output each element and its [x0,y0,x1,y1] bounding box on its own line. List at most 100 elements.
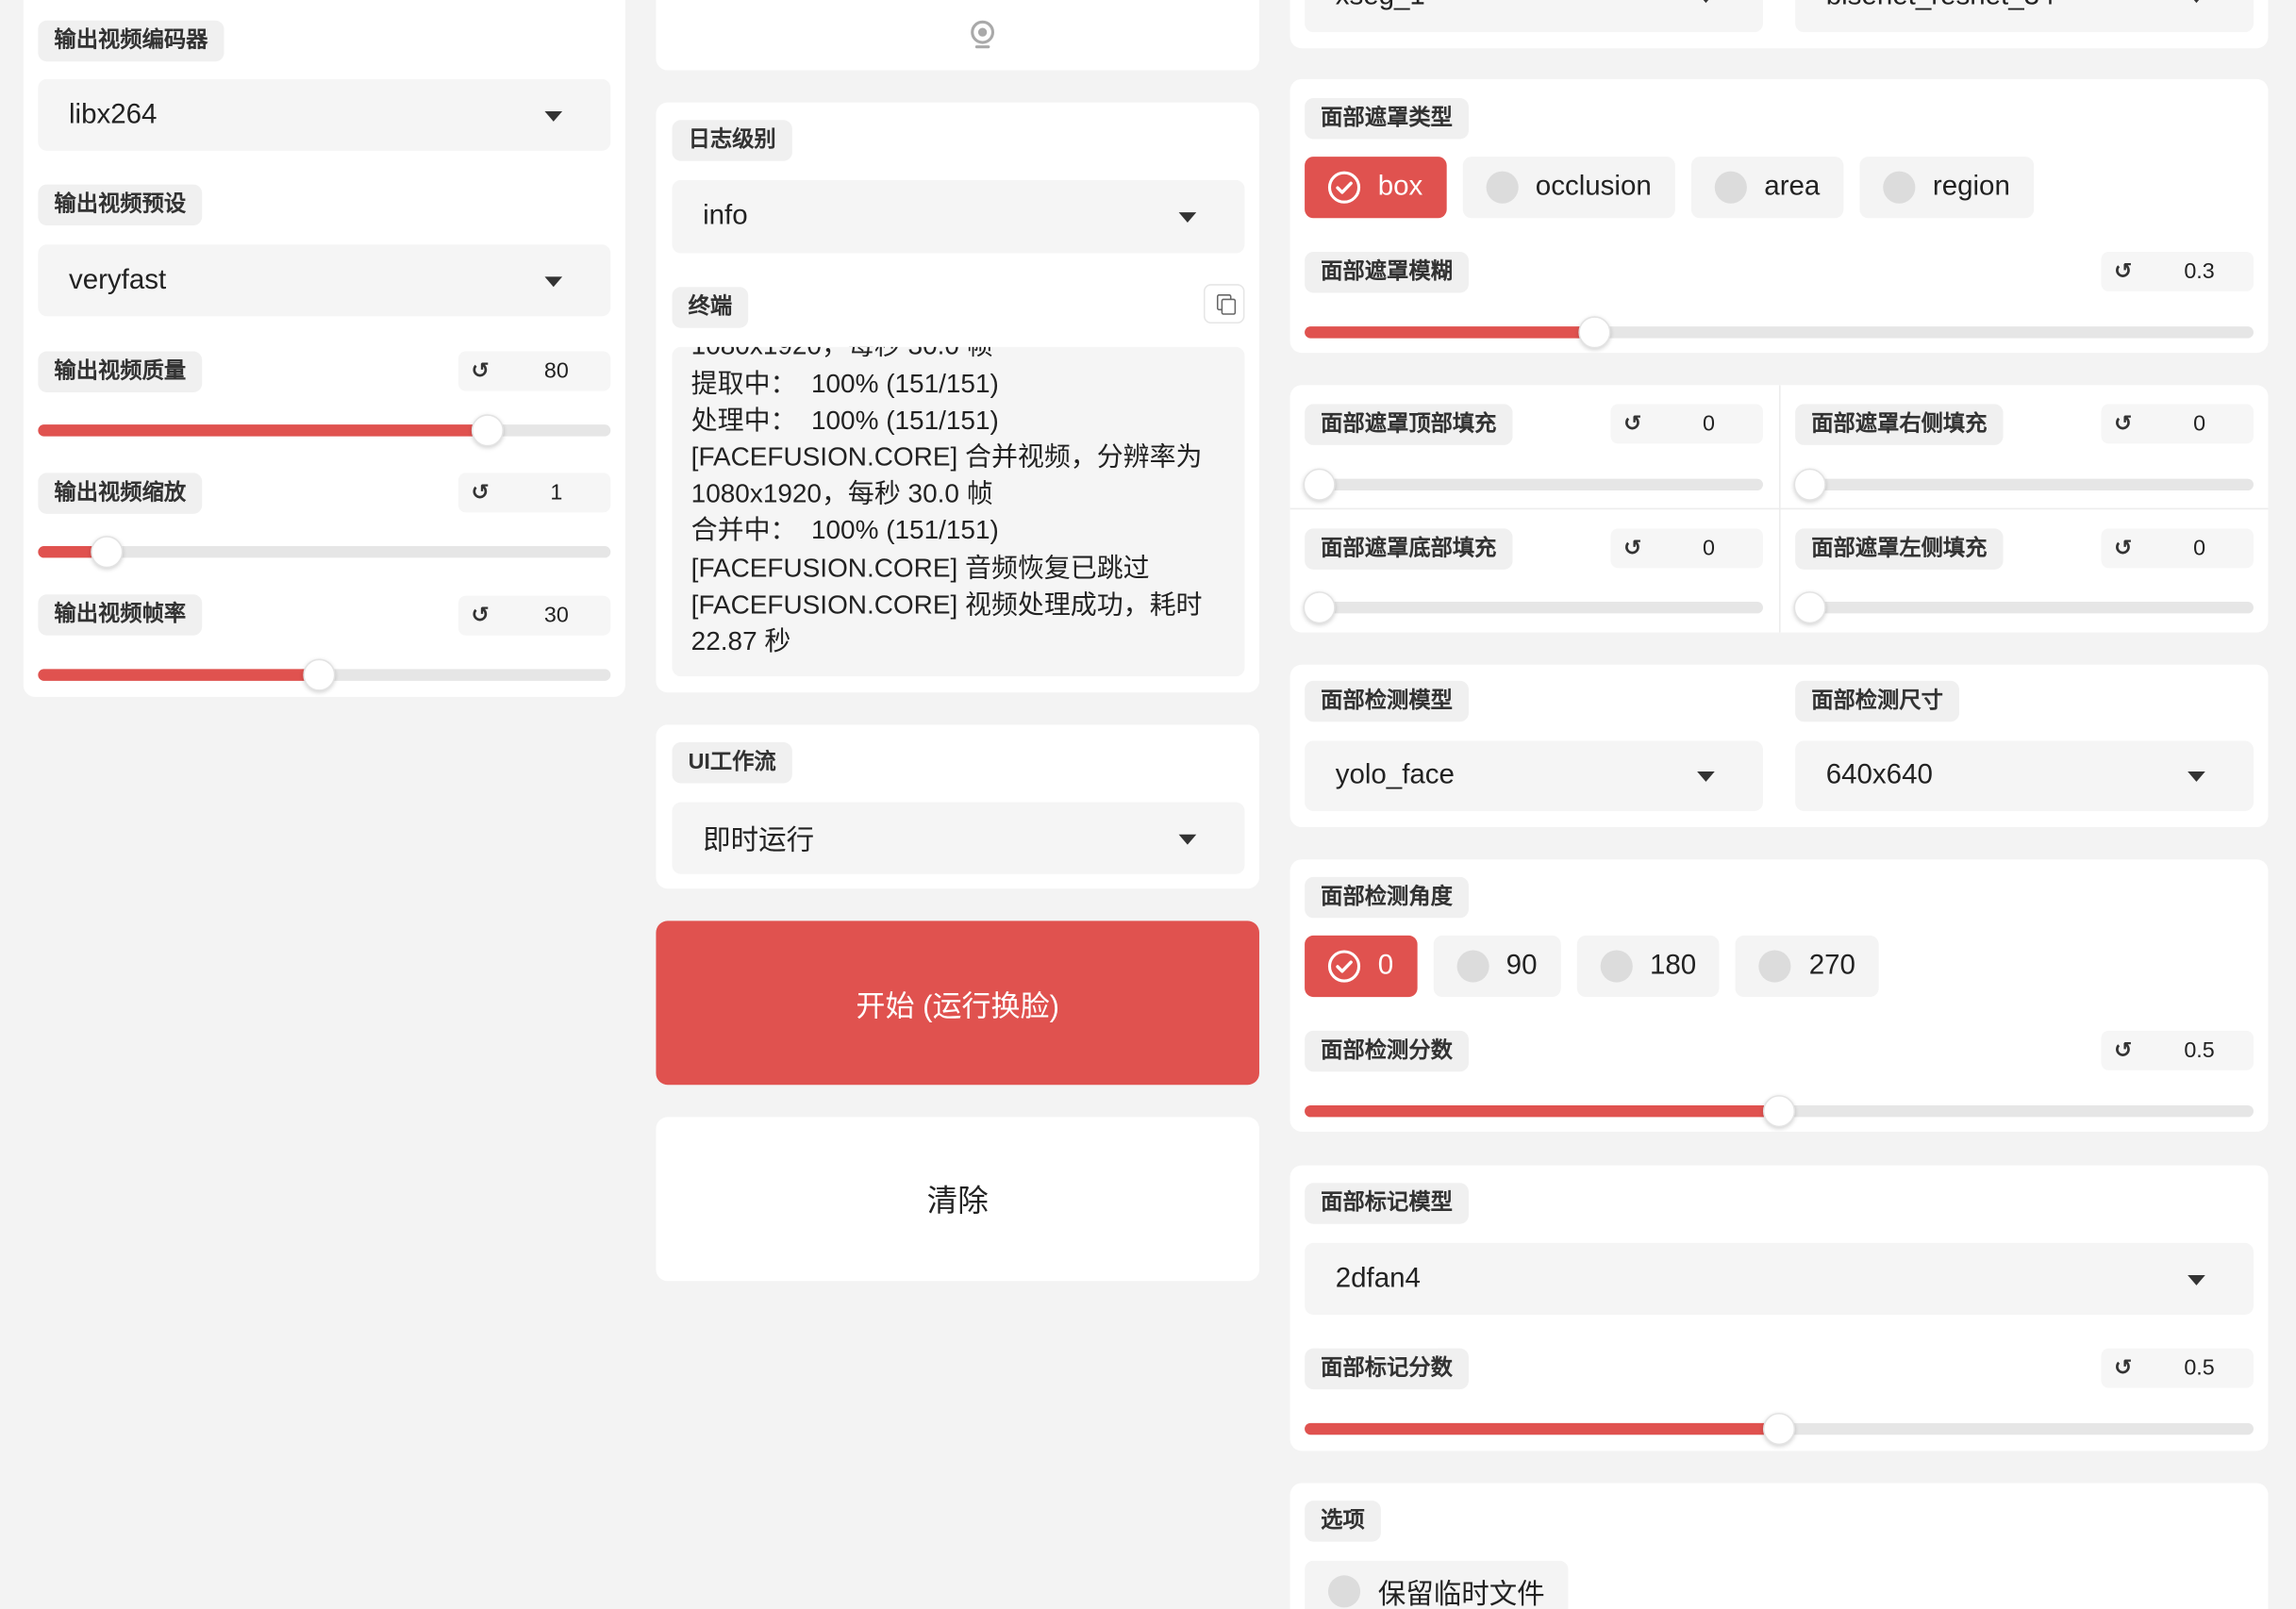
slider-thumb[interactable] [1578,316,1612,349]
mask-type-option[interactable]: occlusion [1462,157,1675,219]
slider-thumb[interactable] [1762,1095,1796,1128]
terminal-line: 提取中： 100% (151/151) [690,368,999,398]
reset-icon[interactable]: ↺ [2113,404,2134,443]
ui-workflow-panel: UI工作流 即时运行 [656,724,1259,889]
slider-thumb[interactable] [1303,591,1336,624]
reset-icon[interactable]: ↺ [2113,1349,2134,1388]
face-mask-padding-right-slider[interactable] [1793,468,2254,501]
face-mask-padding-right-value[interactable]: 0 [2145,404,2254,443]
mask-type-option-label: occlusion [1535,171,1652,203]
output-video-fps-value[interactable]: 30 [502,596,610,636]
reset-icon[interactable]: ↺ [2113,1031,2134,1070]
chevron-down-icon [1178,212,1197,223]
face-mask-blur-slider[interactable] [1305,316,2254,349]
face-landmarker-panel: 面部标记模型 2dfan4 面部标记分数 ↺ 0.5 [1289,1165,2269,1451]
horizontal-divider [1289,507,2269,510]
keep-temp-checkbox-wrapper: 保留临时文件 [1305,1560,1569,1609]
angle-option[interactable]: 180 [1576,935,1721,998]
output-video-fps-slider[interactable] [38,658,611,691]
face-parser-model-dropdown[interactable]: bisenet_resnet_34 [1795,0,2254,33]
reset-icon[interactable]: ↺ [2113,252,2134,291]
slider-thumb[interactable] [302,658,336,691]
reset-icon[interactable]: ↺ [470,596,491,636]
keep-temp-checkbox[interactable]: 保留临时文件 [1305,1560,1569,1609]
face-mask-padding-top-slider[interactable] [1303,468,1763,501]
mask-type-option-label: box [1377,171,1423,203]
start-button-label: 开始 (运行换脸) [856,990,1059,1023]
output-video-scale-value[interactable]: 1 [502,473,610,512]
log-level-dropdown[interactable]: info [672,179,1245,254]
face-mask-padding-left-number[interactable]: ↺ 0 [2101,528,2254,569]
slider-thumb[interactable] [1793,591,1826,624]
output-video-quality-value[interactable]: 80 [502,352,610,391]
angle-option-label: 270 [1808,950,1855,982]
face-mask-padding-left-slider[interactable] [1793,591,2254,624]
mask-type-option[interactable]: region [1859,157,2034,219]
log-terminal-panel: 日志级别 info 终端 1080x1920，每秒 30.0 帧 提取中： 10… [656,102,1259,693]
face-mask-blur-value[interactable]: 0.3 [2145,252,2254,291]
slider-thumb[interactable] [471,414,504,447]
face-landmarker-score-value[interactable]: 0.5 [2145,1349,2254,1388]
face-landmarker-model-value: 2dfan4 [1335,1262,1421,1294]
face-parser-model-value: bisenet_resnet_34 [1826,0,2055,32]
face-detector-score-number[interactable]: ↺ 0.5 [2101,1030,2254,1070]
face-mask-padding-left-value[interactable]: 0 [2145,528,2254,568]
face-detector-size-value: 640x640 [1825,759,1933,791]
face-mask-padding-top-number[interactable]: ↺ 0 [1610,404,1763,444]
output-video-scale-slider[interactable] [38,536,611,569]
slider-thumb[interactable] [1762,1412,1796,1446]
clear-button[interactable]: 清除 [656,1117,1259,1282]
output-video-scale-number[interactable]: ↺ 1 [458,473,611,513]
face-landmarker-model-dropdown[interactable]: 2dfan4 [1305,1242,2254,1315]
face-mask-padding-bottom-number[interactable]: ↺ 0 [1610,528,1763,569]
log-level-label: 日志级别 [672,120,792,161]
start-button[interactable]: 开始 (运行换脸) [656,921,1259,1086]
angle-option[interactable]: 90 [1433,935,1561,998]
check-icon [1600,950,1633,983]
face-mask-blur-number[interactable]: ↺ 0.3 [2101,251,2254,291]
terminal-output[interactable]: 1080x1920，每秒 30.0 帧 提取中： 100% (151/151) … [672,346,1245,677]
slider-thumb[interactable] [91,536,124,569]
face-detector-score-label: 面部检测分数 [1305,1030,1469,1072]
slider-thumb[interactable] [1793,468,1826,501]
face-landmarker-score-label: 面部标记分数 [1305,1348,1469,1390]
face-occluder-model-dropdown[interactable]: xseg_1 [1305,0,1763,33]
face-landmarker-score-number[interactable]: ↺ 0.5 [2101,1348,2254,1388]
face-mask-types-group: box occlusion area region [1305,157,2034,219]
face-detector-score-value[interactable]: 0.5 [2145,1031,2254,1070]
slider-thumb[interactable] [1303,468,1336,501]
mask-type-option[interactable]: box [1305,157,1447,219]
angle-option[interactable]: 0 [1305,935,1417,998]
reset-icon[interactable]: ↺ [470,352,491,391]
copy-button[interactable] [1203,284,1245,324]
check-icon [1883,171,1916,204]
output-video-encoder-value: libx264 [68,98,158,130]
output-video-preset-dropdown[interactable]: veryfast [38,244,611,317]
options-panel: 选项 保留临时文件 [1289,1483,2269,1609]
output-video-quality-slider[interactable] [38,414,611,447]
options-label: 选项 [1305,1501,1381,1542]
output-video-quality-number[interactable]: ↺ 80 [458,351,611,391]
face-mask-padding-bottom-slider[interactable] [1303,591,1763,624]
output-video-encoder-dropdown[interactable]: libx264 [38,78,611,151]
reset-icon[interactable]: ↺ [2113,528,2134,568]
face-mask-types-panel: 面部遮罩类型 box occlusion area region 面部遮罩模糊 … [1289,78,2269,354]
face-mask-padding-bottom-label: 面部遮罩底部填充 [1305,528,1513,570]
reset-icon[interactable]: ↺ [1622,528,1643,568]
face-detector-model-dropdown[interactable]: yolo_face [1305,740,1763,811]
output-video-fps-number[interactable]: ↺ 30 [458,595,611,636]
face-detector-score-slider[interactable] [1305,1095,2254,1128]
face-mask-padding-right-number[interactable]: ↺ 0 [2101,404,2254,444]
face-mask-padding-bottom-value[interactable]: 0 [1655,528,1763,568]
mask-type-option[interactable]: area [1690,157,1844,219]
ui-workflow-dropdown[interactable]: 即时运行 [672,802,1245,874]
face-mask-padding-left-label: 面部遮罩左侧填充 [1795,528,2004,570]
face-mask-padding-top-value[interactable]: 0 [1655,404,1763,443]
reset-icon[interactable]: ↺ [470,473,491,512]
face-detector-size-dropdown[interactable]: 640x640 [1795,740,2254,811]
reset-icon[interactable]: ↺ [1622,404,1643,443]
angle-option[interactable]: 270 [1736,935,1879,998]
face-detector-angles-label: 面部检测角度 [1305,876,1469,919]
check-icon [1327,950,1361,983]
face-landmarker-score-slider[interactable] [1305,1412,2254,1446]
